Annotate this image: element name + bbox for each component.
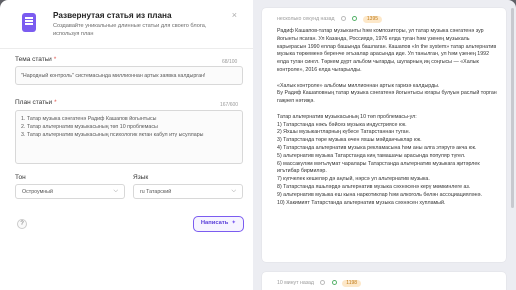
close-icon[interactable]: × (232, 11, 237, 20)
plan-line: 1. Татар музыка сәнгатенә Радиф Кашапов … (21, 116, 157, 122)
plan-line: 2. Татар альтернатив музыкасының төп 10 … (21, 124, 158, 131)
result-list-item: 10) Хакимият Татарстанда альтернатив муз… (277, 199, 446, 206)
generator-form-panel: Развернутая статья из плана Создавайте у… (0, 0, 253, 290)
write-button-label: Написать (200, 220, 229, 226)
tone-value: Остроумный (22, 189, 53, 195)
chevron-down-icon: ⌵ (231, 188, 236, 194)
tone-select[interactable]: Остроумный ⌵ (15, 184, 125, 199)
topic-input[interactable]: "Народный контроль" системасында миллион… (15, 66, 243, 85)
result-list-item: 9) альтернатив музыка еш кына наркотикла… (277, 191, 482, 198)
result-time: несколько секунд назад (277, 16, 335, 22)
word-count-badge: 1395 (362, 16, 383, 23)
chevron-down-icon: ⌵ (113, 188, 118, 194)
copy-icon[interactable] (341, 16, 346, 21)
result-card[interactable]: 10 минут назад 1198 (262, 272, 506, 290)
language-label: Язык (133, 174, 149, 181)
tone-label: Тон (15, 174, 26, 181)
result-paragraph: Радиф Кашапов-татар музыканты һәм композ… (277, 28, 497, 73)
language-value: ru Татарский (140, 189, 172, 195)
result-list-item: 4) Татарстанда альтернатив музыка реклам… (277, 144, 477, 151)
status-icon (331, 280, 337, 285)
result-list-item: 7) күпчелек кешеләр дә аңлый, нәрсә ул а… (277, 176, 430, 183)
article-app-icon (22, 13, 36, 32)
plan-counter: 167/600 (220, 102, 239, 108)
topic-label: Тема статьи * (15, 56, 57, 63)
result-paragraph: Татар альтернатив музыкасының 10 төп про… (277, 113, 417, 120)
header-divider (0, 48, 253, 49)
topic-counter: 68/100 (222, 59, 238, 65)
result-meta: 10 минут назад 1198 (277, 280, 362, 287)
result-list-item: 1) Татарстанда нәкъ бәйсез музыка индуст… (277, 121, 407, 128)
results-panel: несколько секунд назад 1395 Радиф Кашапо… (253, 0, 516, 290)
plan-label: План статьи * (15, 99, 57, 106)
result-body: Радиф Кашапов-татар музыканты һәм композ… (277, 28, 497, 207)
result-paragraph: Бу Радиф Кашаповның татар музыка сәнгате… (277, 90, 497, 105)
result-list-item: 8) Татарстанда яшьләрдә альтернатив музы… (277, 183, 471, 190)
sparkle-icon: ✦ (231, 220, 237, 226)
plan-line: 3. Татар альтернатив музыкасының психоло… (21, 132, 204, 139)
result-list-item: 6) массакүләм мәгълүмат чаралары Татарст… (277, 160, 480, 175)
result-time: 10 минут назад (277, 280, 314, 286)
dialog-title: Развернутая статья из плана (53, 11, 172, 20)
status-icon (352, 16, 358, 21)
dialog-header: Развернутая статья из плана Создавайте у… (22, 11, 243, 45)
help-icon[interactable]: ? (17, 219, 27, 229)
result-card[interactable]: несколько секунд назад 1395 Радиф Кашапо… (262, 8, 506, 262)
result-list-item: 5) альтернатив музыка Татарстанда киң та… (277, 152, 466, 159)
result-list-item: 3) Татарстанда төре музыка өчен яхшы мәй… (277, 137, 422, 144)
dialog-subtitle: Создавайте уникальные длинные статьи для… (53, 23, 207, 37)
word-count-badge: 1198 (342, 280, 362, 287)
language-select[interactable]: ru Татарский ⌵ (133, 184, 243, 199)
result-meta: несколько секунд назад 1395 (277, 16, 383, 23)
plan-textarea[interactable]: 1. Татар музыка сәнгатенә Радиф Кашапов … (15, 110, 243, 164)
result-list-item: 2) Яхшы музыкантларның күбесе Татарстанн… (277, 129, 410, 136)
write-button[interactable]: Написать ✦ (193, 216, 244, 232)
copy-icon[interactable] (320, 280, 326, 285)
results-scrollbar[interactable] (511, 8, 514, 208)
